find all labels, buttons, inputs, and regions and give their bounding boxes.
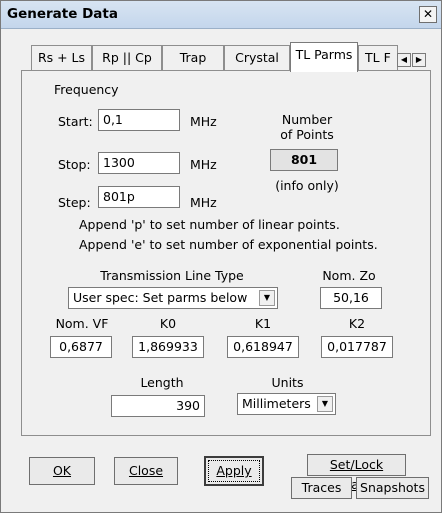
step-label: Step: xyxy=(58,195,91,210)
tab-rs-ls[interactable]: Rs + Ls xyxy=(31,45,92,70)
stop-unit-label: MHz xyxy=(190,157,217,172)
ok-button-label: OK xyxy=(52,463,72,478)
units-label: Units xyxy=(271,375,304,390)
hint-linear: Append 'p' to set number of linear point… xyxy=(79,217,340,232)
tl-parms-panel: Frequency Start: 0,1 MHz Stop: 1300 MHz … xyxy=(21,70,431,436)
close-button[interactable]: Close xyxy=(114,457,178,485)
points-label-line2: of Points xyxy=(280,127,334,142)
focus-ring xyxy=(208,460,260,482)
title-bar[interactable]: Generate Data ✕ xyxy=(1,1,441,29)
tab-scroll-left-icon[interactable]: ◀ xyxy=(397,53,411,67)
apply-button[interactable]: Apply xyxy=(204,456,264,486)
units-selected: Millimeters xyxy=(242,396,311,411)
snapshots-label: Snapshots xyxy=(360,480,425,495)
units-select[interactable]: Millimeters ▼ xyxy=(237,393,336,415)
length-input[interactable]: 390 xyxy=(111,395,205,417)
tab-rp-cp[interactable]: Rp || Cp xyxy=(92,45,162,70)
tl-type-select[interactable]: User spec: Set parms below ▼ xyxy=(68,287,278,309)
step-input[interactable]: 801p xyxy=(98,186,180,208)
tab-scroll-right-icon[interactable]: ▶ xyxy=(412,53,426,67)
generate-data-dialog: Generate Data ✕ Rs + Ls Rp || Cp Trap Cr… xyxy=(0,0,442,513)
points-value: 801 xyxy=(270,149,338,171)
k1-label: K1 xyxy=(254,316,272,331)
k2-input[interactable]: 0,017787 xyxy=(321,336,393,358)
traces-label: Traces xyxy=(301,480,342,495)
tl-type-selected: User spec: Set parms below xyxy=(73,290,248,305)
start-unit-label: MHz xyxy=(190,114,217,129)
stop-label: Stop: xyxy=(58,157,91,172)
nom-zo-label: Nom. Zo xyxy=(322,268,376,283)
length-label: Length xyxy=(140,375,184,390)
tab-crystal[interactable]: Crystal xyxy=(224,45,290,70)
tab-tl-parms[interactable]: TL Parms xyxy=(290,42,358,72)
start-input[interactable]: 0,1 xyxy=(98,109,180,131)
ok-button[interactable]: OK xyxy=(29,457,95,485)
close-button-label: Close xyxy=(128,463,164,478)
points-label-line1: Number xyxy=(281,112,333,127)
tab-trap[interactable]: Trap xyxy=(162,45,224,70)
chevron-down-icon[interactable]: ▼ xyxy=(317,396,333,412)
chevron-down-icon[interactable]: ▼ xyxy=(259,290,275,306)
k1-input[interactable]: 0,618947 xyxy=(227,336,299,358)
k0-label: K0 xyxy=(159,316,177,331)
frequency-label: Frequency xyxy=(54,82,119,97)
snapshots-button[interactable]: Snapshots xyxy=(356,477,429,499)
nom-vf-label: Nom. VF xyxy=(55,316,109,331)
start-label: Start: xyxy=(58,114,93,129)
nom-vf-input[interactable]: 0,6877 xyxy=(50,336,112,358)
close-icon[interactable]: ✕ xyxy=(419,6,437,23)
traces-button[interactable]: Traces xyxy=(291,477,352,499)
step-unit-label: MHz xyxy=(190,195,217,210)
tab-tl-f[interactable]: TL F xyxy=(358,45,398,70)
window-title: Generate Data xyxy=(7,6,118,22)
nom-zo-input[interactable]: 50,16 xyxy=(320,287,382,309)
points-note: (info only) xyxy=(275,178,339,193)
hint-exponential: Append 'e' to set number of exponential … xyxy=(79,237,378,252)
set-lock-scales-button[interactable]: Set/Lock Scales xyxy=(307,454,406,492)
k2-label: K2 xyxy=(348,316,366,331)
tl-type-label: Transmission Line Type xyxy=(100,268,244,283)
k0-input[interactable]: 1,869933 xyxy=(132,336,204,358)
stop-input[interactable]: 1300 xyxy=(98,152,180,174)
